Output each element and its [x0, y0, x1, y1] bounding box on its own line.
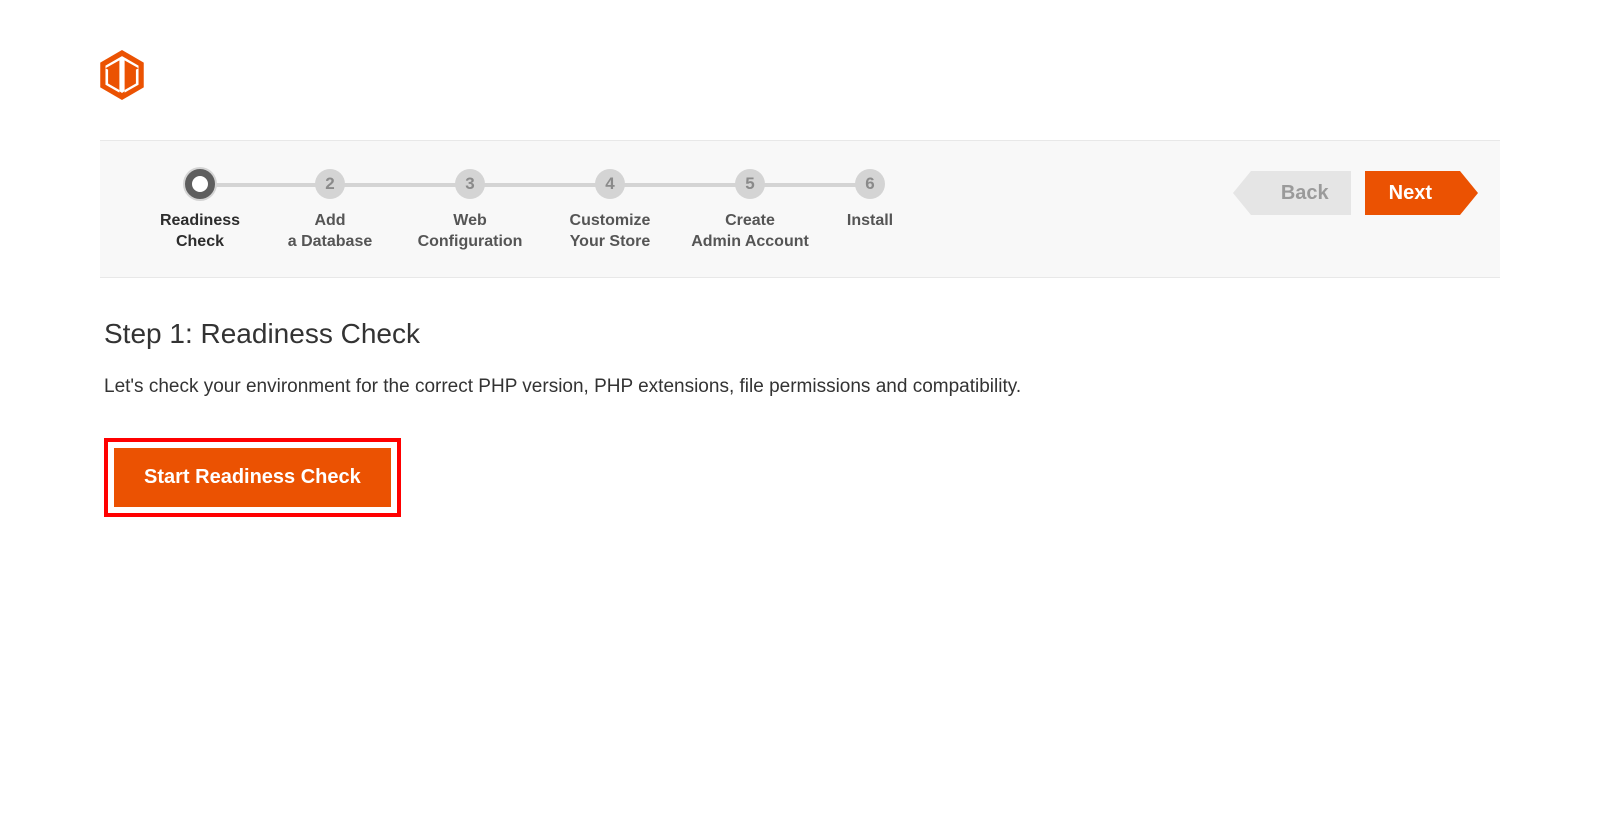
next-button[interactable]: Next: [1365, 171, 1460, 215]
wizard-progress-bar: Readiness Check 2 Add a Database 3 Web C…: [100, 140, 1500, 278]
step-indicator: 5: [735, 169, 765, 199]
step-number: 2: [325, 174, 334, 194]
step-indicator: 4: [595, 169, 625, 199]
wizard-nav: Back Next: [1251, 171, 1460, 215]
wizard-steps: Readiness Check 2 Add a Database 3 Web C…: [140, 169, 920, 253]
wizard-step-admin-account[interactable]: 5 Create Admin Account: [680, 169, 820, 253]
step-indicator-active: [185, 169, 215, 199]
step-number: 3: [465, 174, 474, 194]
wizard-step-install[interactable]: 6 Install: [820, 169, 920, 232]
step-number: 6: [865, 174, 874, 194]
step-indicator: 3: [455, 169, 485, 199]
step-label: Customize Your Store: [570, 211, 651, 253]
step-connector: [750, 183, 870, 187]
magento-logo-icon: [100, 50, 144, 100]
page-title: Step 1: Readiness Check: [104, 318, 1496, 350]
back-button[interactable]: Back: [1251, 171, 1351, 215]
header: [100, 50, 1500, 100]
step-label: Readiness Check: [160, 211, 240, 253]
step-number: 5: [745, 174, 754, 194]
main-content: Step 1: Readiness Check Let's check your…: [100, 278, 1500, 517]
step-indicator: 6: [855, 169, 885, 199]
step-label: Web Configuration: [418, 211, 523, 253]
step-connector: [610, 183, 750, 187]
step-indicator: 2: [315, 169, 345, 199]
wizard-step-customize-store[interactable]: 4 Customize Your Store: [540, 169, 680, 253]
step-label: Add a Database: [288, 211, 373, 253]
highlight-annotation: Start Readiness Check: [104, 438, 401, 517]
step-connector: [470, 183, 610, 187]
step-connector: [330, 183, 470, 187]
step-label: Create Admin Account: [691, 211, 809, 253]
start-readiness-check-button[interactable]: Start Readiness Check: [114, 448, 391, 507]
step-label: Install: [847, 211, 893, 232]
page-description: Let's check your environment for the cor…: [104, 376, 1496, 398]
wizard-step-web-configuration[interactable]: 3 Web Configuration: [400, 169, 540, 253]
wizard-step-add-database[interactable]: 2 Add a Database: [260, 169, 400, 253]
wizard-step-readiness-check[interactable]: Readiness Check: [140, 169, 260, 253]
step-number: 4: [605, 174, 614, 194]
